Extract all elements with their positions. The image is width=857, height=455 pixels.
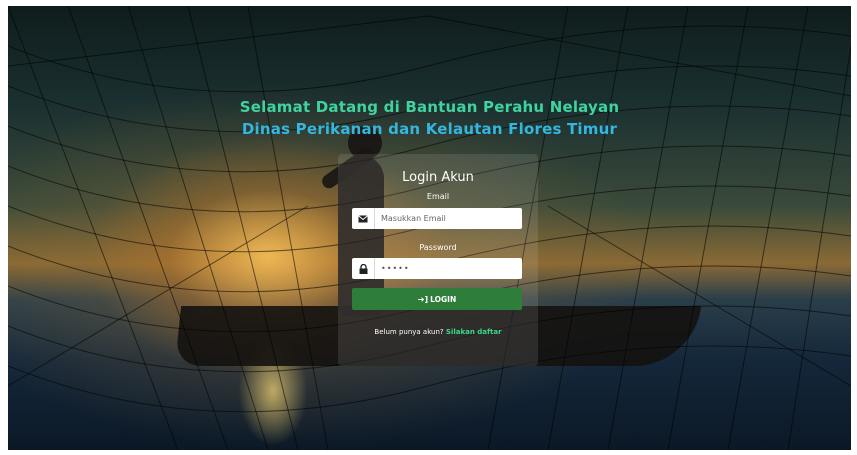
login-button[interactable]: ➔] LOGIN — [352, 288, 522, 310]
login-button-label: LOGIN — [430, 294, 457, 304]
register-prompt-text: Belum punya akun? — [374, 328, 444, 336]
login-card: Login Akun Email Masukkan Email Password… — [338, 154, 538, 366]
email-label: Email — [426, 192, 450, 201]
password-input[interactable]: ••••• — [375, 264, 522, 273]
welcome-heading: Selamat Datang di Bantuan Perahu Nelayan — [239, 98, 620, 116]
register-prompt: Belum punya akun? Silakan daftar — [338, 328, 538, 336]
email-field[interactable]: Masukkan Email — [352, 208, 522, 229]
login-title: Login Akun — [402, 170, 474, 185]
sign-in-icon: ➔] — [417, 294, 429, 304]
email-input[interactable]: Masukkan Email — [375, 214, 522, 223]
envelope-icon — [352, 208, 375, 229]
register-link[interactable]: Silakan daftar — [446, 328, 502, 336]
lock-icon — [352, 258, 375, 279]
agency-subheading: Dinas Perikanan dan Kelautan Flores Timu… — [241, 120, 618, 138]
password-field[interactable]: ••••• — [352, 258, 522, 279]
password-label: Password — [419, 243, 457, 252]
background-photo: Selamat Datang di Bantuan Perahu Nelayan… — [8, 6, 851, 450]
